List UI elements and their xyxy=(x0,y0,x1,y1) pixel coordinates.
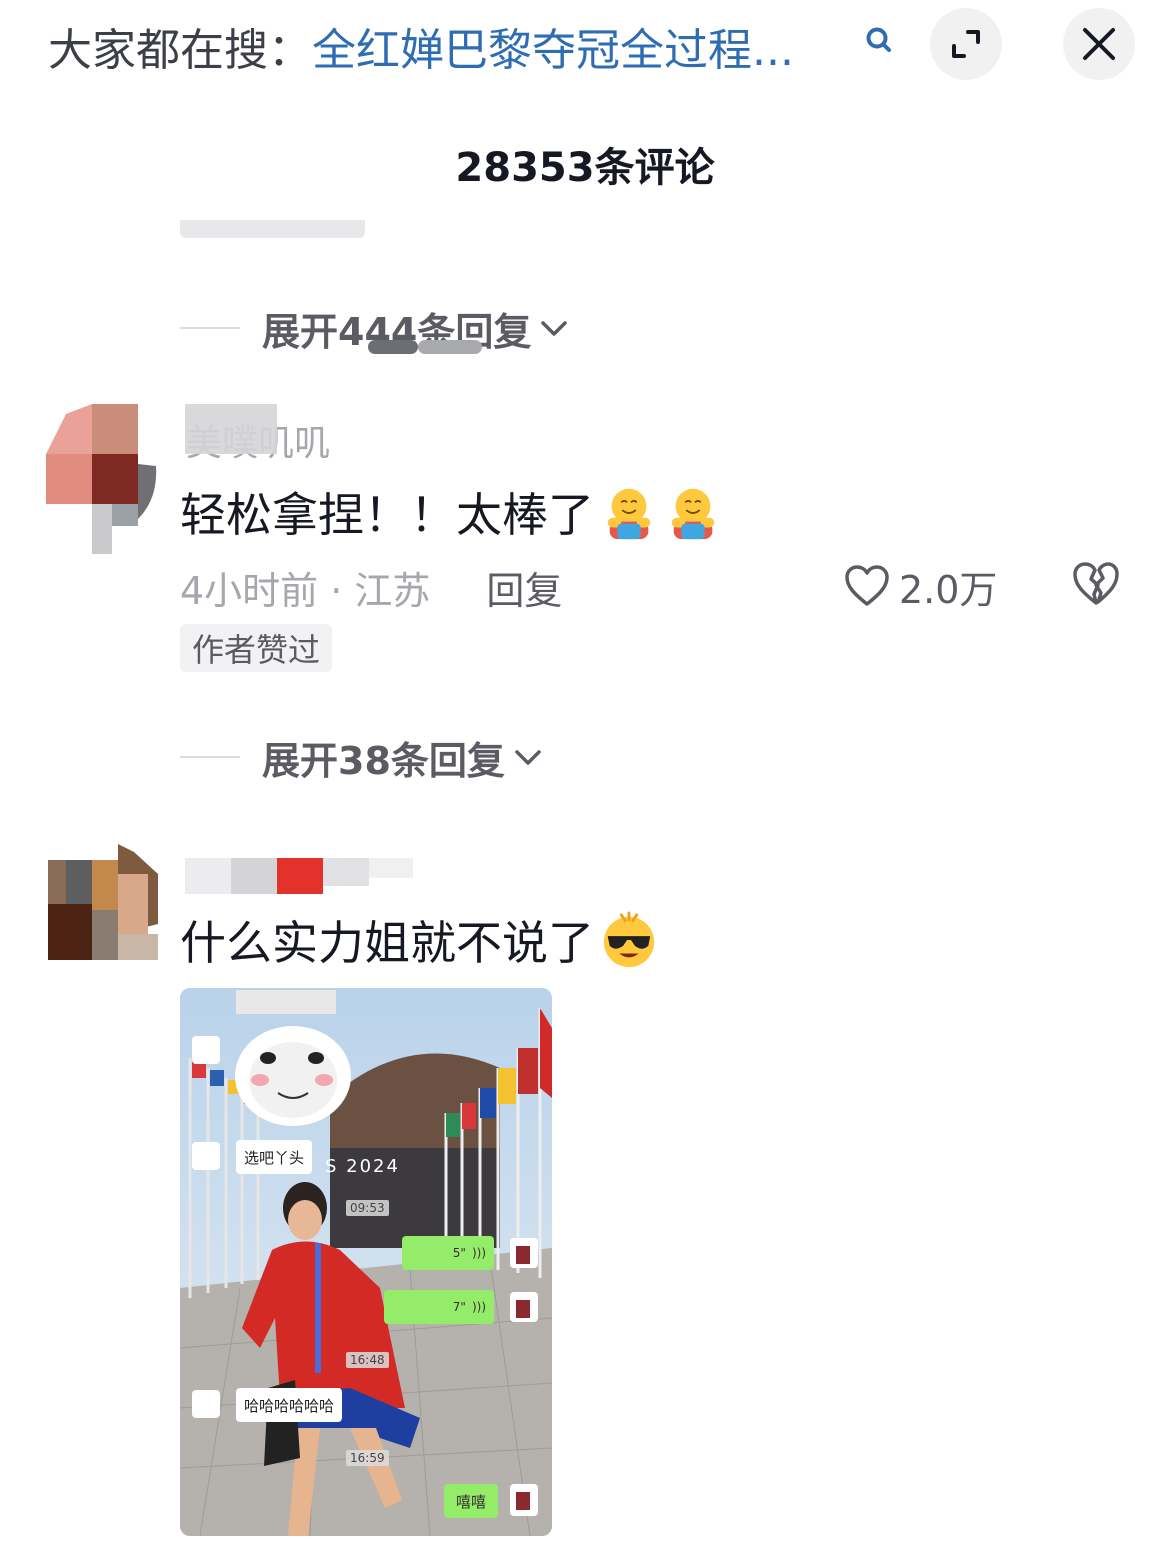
avatar[interactable] xyxy=(48,844,160,994)
dislike-button[interactable] xyxy=(1070,558,1126,614)
voice-wave-icon: ))) xyxy=(471,1300,486,1314)
search-icon[interactable] xyxy=(860,22,900,62)
close-icon xyxy=(1083,28,1115,60)
chevron-down-icon xyxy=(515,750,541,765)
blur-overlay xyxy=(323,858,369,886)
chat-bubble: 哈哈哈哈哈哈 xyxy=(236,1388,343,1422)
expand-replies-label: 展开38条回复 xyxy=(262,738,505,783)
trending-search-prefix: 大家都在搜： xyxy=(48,25,312,76)
expand-button[interactable] xyxy=(930,8,1002,80)
expand-icon xyxy=(952,30,980,58)
voice-wave-icon: ))) xyxy=(471,1246,486,1260)
divider-line xyxy=(180,327,240,329)
chat-bubble: 嘻嘻 xyxy=(444,1484,498,1518)
heart-outline-icon xyxy=(845,565,889,606)
like-count: 2.0万 xyxy=(899,567,998,612)
broken-heart-icon xyxy=(1073,562,1119,605)
cool-sunglasses-emoji-icon xyxy=(603,911,655,968)
trending-search-query[interactable]: 全红婵巴黎夺冠全过程... xyxy=(312,14,794,78)
chat-timestamp: 09:53 xyxy=(346,1200,389,1216)
chat-bubble: 选吧丫头 xyxy=(236,1140,313,1174)
clipped-author-liked-tag xyxy=(180,220,365,242)
comment-meta: 4小时前 · 江苏 回复 xyxy=(180,560,562,614)
chat-timestamp: 16:59 xyxy=(346,1450,389,1466)
blur-overlay xyxy=(418,340,482,354)
voice-message-bubble: 5" ))) xyxy=(402,1236,494,1270)
chat-timestamp: 16:48 xyxy=(346,1352,389,1368)
like-button[interactable]: 2.0万 xyxy=(843,558,997,614)
expand-replies-button[interactable]: 展开38条回复 xyxy=(180,727,545,787)
hug-emoji-icon xyxy=(671,488,715,540)
divider-line xyxy=(180,756,240,758)
voice-duration: 7" xyxy=(452,1300,466,1314)
comment-text: 轻松拿捏！！太棒了 xyxy=(180,476,722,548)
blur-overlay xyxy=(231,858,277,894)
avatar[interactable] xyxy=(46,404,158,554)
blur-overlay xyxy=(369,858,413,878)
trending-search-hint[interactable]: 大家都在搜： 全红婵巴黎夺冠全过程... xyxy=(48,14,794,78)
hug-emoji-icon xyxy=(607,488,651,540)
comment-text-content: 什么实力姐就不说了 xyxy=(180,916,594,970)
reply-button[interactable]: 回复 xyxy=(486,560,562,615)
comment-count-title: 28353条评论 xyxy=(455,145,715,191)
comment-time-location: 4小时前 · 江苏 xyxy=(180,568,431,613)
blur-overlay xyxy=(277,858,323,894)
voice-message-bubble: 7" ))) xyxy=(384,1290,494,1324)
blur-overlay xyxy=(368,340,418,354)
top-search-bar: 大家都在搜： 全红婵巴黎夺冠全过程... xyxy=(0,0,1170,96)
comment-text: 什么实力姐就不说了 xyxy=(180,904,658,976)
photo-sign-text: S 2024 xyxy=(325,1156,400,1177)
blur-overlay xyxy=(185,858,231,894)
comment-text-content: 轻松拿捏！！太棒了 xyxy=(180,488,594,542)
blur-overlay xyxy=(185,404,277,454)
comment-image-attachment[interactable]: S 2024 选吧丫头 09:53 5" ))) 7" ))) 16:48 哈哈… xyxy=(180,988,552,1536)
voice-duration: 5" xyxy=(452,1246,466,1260)
author-liked-badge: 作者赞过 xyxy=(180,624,333,672)
chevron-down-icon xyxy=(541,321,568,336)
close-button[interactable] xyxy=(1063,8,1135,80)
